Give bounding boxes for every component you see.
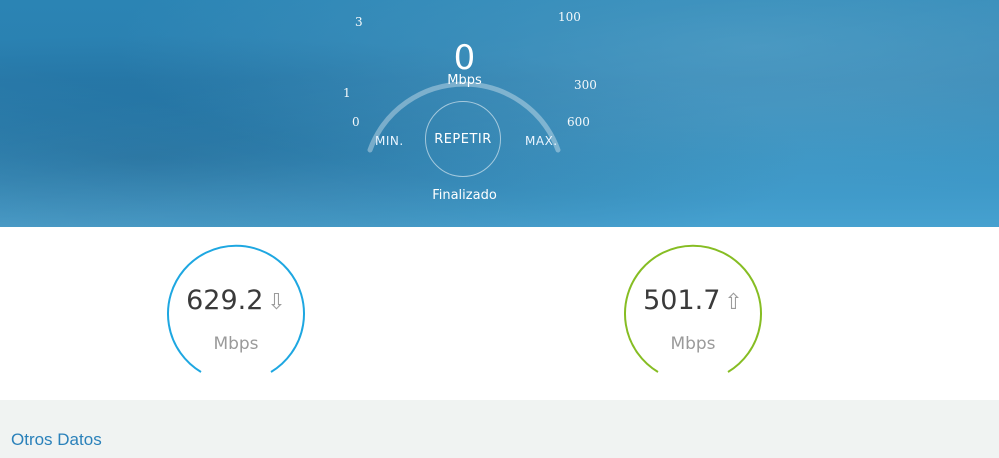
scale-label-100: 100 bbox=[558, 10, 581, 24]
download-value: 629.2 bbox=[186, 285, 264, 316]
max-label: MAX. bbox=[525, 134, 558, 148]
upload-value-row: 501.7 ⇧ bbox=[620, 285, 766, 316]
min-label: MIN. bbox=[375, 134, 404, 148]
scale-label-600: 600 bbox=[567, 115, 590, 129]
download-value-row: 629.2 ⇩ bbox=[163, 285, 309, 316]
other-data-title[interactable]: Otros Datos bbox=[11, 430, 102, 450]
download-unit: Mbps bbox=[213, 334, 259, 354]
upload-arrow-icon: ⇧ bbox=[724, 290, 743, 315]
upload-value: 501.7 bbox=[643, 285, 721, 316]
test-status: Finalizado bbox=[432, 188, 497, 203]
upload-unit: Mbps bbox=[670, 334, 716, 354]
other-data-section: Otros Datos bbox=[0, 400, 999, 458]
download-arrow-icon: ⇩ bbox=[267, 290, 286, 315]
repeat-button[interactable]: REPETIR bbox=[425, 101, 501, 177]
scale-label-3: 3 bbox=[355, 15, 363, 29]
scale-label-1: 1 bbox=[343, 86, 351, 100]
results-panel: 629.2 ⇩ Mbps 501.7 ⇧ Mbps bbox=[0, 227, 999, 400]
scale-label-0: 0 bbox=[352, 115, 360, 129]
repeat-button-label: REPETIR bbox=[434, 131, 492, 147]
download-result: 629.2 ⇩ Mbps bbox=[163, 242, 309, 392]
current-speed-value: 0 bbox=[453, 38, 476, 78]
speedtest-hero: 3 1 0 100 300 600 MIN. MAX. 0 Mbps REPET… bbox=[0, 0, 999, 227]
current-speed-unit: Mbps bbox=[447, 73, 482, 88]
upload-result: 501.7 ⇧ Mbps bbox=[620, 242, 766, 392]
